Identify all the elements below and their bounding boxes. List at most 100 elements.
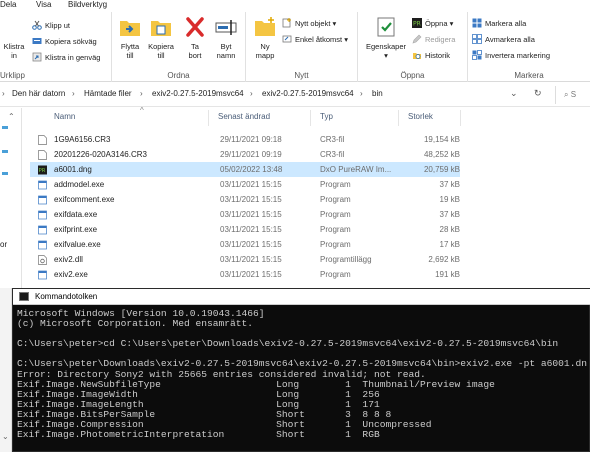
delete-button[interactable]: Ta bort [182, 16, 208, 60]
paste-button[interactable]: Klistra in [2, 42, 26, 60]
breadcrumb-exiv2-inner[interactable]: exiv2-0.27.5-2019msvc64 [262, 89, 354, 98]
file-name: a6001.dng [54, 165, 92, 174]
cut-button[interactable]: Klipp ut [32, 20, 70, 32]
column-header-size[interactable]: Storlek [408, 112, 433, 121]
paste-label-2: in [11, 51, 17, 60]
file-date: 03/11/2021 15:15 [220, 270, 282, 279]
file-name: 1G9A6156.CR3 [54, 135, 111, 144]
copy-path-button[interactable]: Kopiera sökväg [32, 36, 97, 48]
invert-selection-label: Invertera markering [485, 51, 551, 60]
open-group: Egenskaper ▾ PR Öppna ▾ Redigera Historik… [358, 12, 468, 82]
file-list: Namn ^ Senast ändrad Typ Storlek 1G9A615… [22, 106, 590, 288]
breadcrumb-chevron-icon[interactable]: › [250, 89, 253, 98]
file-row[interactable]: exifcomment.exe 03/11/2021 15:15 Program 19… [30, 192, 460, 207]
dll-icon [38, 255, 47, 265]
console-line: Exif.Image.PhotometricInterpretation Sho… [17, 429, 380, 441]
column-divider[interactable] [398, 110, 399, 126]
cut-label: Klipp ut [45, 21, 71, 30]
file-size: 17 kB [439, 240, 460, 249]
file-date: 03/11/2021 15:15 [220, 210, 282, 219]
search-box[interactable]: ⌕ S [555, 86, 590, 104]
console-title: Kommandotolken [35, 292, 98, 301]
properties-button[interactable]: Egenskaper ▾ [364, 16, 408, 60]
file-name: exiv2.exe [54, 270, 88, 279]
file-row[interactable]: addmodel.exe 03/11/2021 15:15 Program 37 kB [30, 177, 460, 192]
console-title-bar[interactable]: Kommandotolken [13, 289, 590, 305]
column-header-type[interactable]: Typ [320, 112, 333, 121]
breadcrumb-chevron-icon[interactable]: › [360, 89, 363, 98]
command-prompt-window[interactable]: Kommandotolken Microsoft Windows [Versio… [12, 288, 590, 452]
file-date: 29/11/2021 09:19 [220, 150, 282, 159]
select-all-label: Markera alla [485, 19, 527, 28]
nav-scrollbar[interactable]: ⌃ [8, 108, 17, 288]
column-header-name[interactable]: Namn [54, 112, 75, 121]
file-row[interactable]: PR a6001.dng 05/02/2022 13:48 DxO PureRAW I… [30, 162, 460, 177]
breadcrumb-chevron-icon[interactable]: › [140, 89, 143, 98]
select-none-button[interactable]: Avmarkera alla [472, 34, 535, 46]
paste-shortcut-label: Klistra in genväg [45, 53, 101, 62]
easy-access-button[interactable]: Enkel åtkomst ▾ [282, 34, 348, 46]
properties-dropdown-arrow[interactable]: ▾ [364, 51, 408, 60]
rename-label: Byt namn [216, 42, 236, 60]
invert-selection-button[interactable]: Invertera markering [472, 50, 550, 62]
paste-shortcut-button[interactable]: Klistra in genväg [32, 52, 100, 64]
breadcrumb-bin[interactable]: bin [372, 89, 383, 98]
column-divider[interactable] [310, 110, 311, 126]
breadcrumb-downloads[interactable]: Hämtade filer [84, 89, 132, 98]
file-name: 20201226-020A3146.CR3 [54, 150, 147, 159]
file-row[interactable]: 1G9A6156.CR3 29/11/2021 09:18 CR3-fil 19,15… [30, 132, 460, 147]
file-date: 03/11/2021 15:15 [220, 225, 282, 234]
file-row[interactable]: exiv2.exe 03/11/2021 15:15 Program 191 kB [30, 267, 460, 282]
tab-share[interactable]: Dela [0, 0, 16, 9]
easy-access-label: Enkel åtkomst [295, 35, 343, 44]
file-type: Programtillägg [320, 255, 372, 264]
file-date: 29/11/2021 09:18 [220, 135, 282, 144]
move-to-button[interactable]: Flytta till [116, 16, 144, 60]
copy-to-button[interactable]: Kopiera till [146, 16, 176, 60]
column-divider[interactable] [460, 110, 461, 126]
explorer-edge: ⌄ [0, 288, 12, 452]
ribbon: Klistra in Klipp ut Kopiera sökväg Klist… [0, 12, 590, 82]
file-name: exifcomment.exe [54, 195, 115, 204]
file-size: 48,252 kB [423, 150, 460, 159]
breadcrumb-exiv2-outer[interactable]: exiv2-0.27.5-2019msvc64 [152, 89, 244, 98]
sort-arrow-icon: ^ [140, 106, 144, 115]
file-size: 19,154 kB [423, 135, 460, 144]
column-header-date[interactable]: Senast ändrad [218, 112, 270, 121]
svg-text:PR: PR [39, 168, 46, 174]
properties-icon [377, 17, 395, 37]
select-all-button[interactable]: Markera alla [472, 18, 526, 30]
search-placeholder: S [570, 90, 577, 99]
console-output[interactable]: Microsoft Windows [Version 10.0.19043.14… [17, 309, 587, 452]
new-item-button[interactable]: Nytt objekt ▾ [282, 18, 336, 30]
file-row[interactable]: exifprint.exe 03/11/2021 15:15 Program 28 k… [30, 222, 460, 237]
nav-item-partial[interactable]: or [0, 240, 7, 249]
address-bar[interactable]: › Den här datorn › Hämtade filer › exiv2… [0, 83, 590, 107]
rename-button[interactable]: Byt namn [212, 16, 240, 60]
breadcrumb-this-pc[interactable]: Den här datorn [12, 89, 65, 98]
refresh-icon[interactable]: ↻ [534, 88, 542, 99]
tab-picture-tools[interactable]: Bildverktyg [68, 0, 107, 9]
open-button[interactable]: PR Öppna ▾ [412, 18, 453, 30]
tab-view[interactable]: Visa [36, 0, 51, 9]
delete-label: Ta bort [188, 42, 202, 60]
file-row[interactable]: exifvalue.exe 03/11/2021 15:15 Program 17 k… [30, 237, 460, 252]
copy-to-icon [151, 21, 171, 36]
breadcrumb-chevron-icon[interactable]: › [72, 89, 75, 98]
history-button[interactable]: Historik [412, 50, 450, 62]
edit-button[interactable]: Redigera [412, 34, 455, 46]
cmd-icon [19, 292, 29, 301]
file-row[interactable]: exifdata.exe 03/11/2021 15:15 Program 37 kB [30, 207, 460, 222]
address-dropdown-icon[interactable]: ⌄ [510, 88, 518, 99]
file-name: exifprint.exe [54, 225, 98, 234]
file-row[interactable]: 20201226-020A3146.CR3 29/11/2021 09:19 CR3… [30, 147, 460, 162]
file-date: 03/11/2021 15:15 [220, 255, 282, 264]
scroll-down-icon[interactable]: ⌄ [2, 432, 9, 441]
scroll-up-icon[interactable]: ⌃ [8, 112, 15, 121]
select-none-icon [472, 34, 482, 44]
file-row[interactable]: exiv2.dll 03/11/2021 15:15 Programtillägg 2… [30, 252, 460, 267]
exe-icon [38, 180, 47, 190]
new-folder-button[interactable]: Ny mapp [252, 16, 278, 60]
rename-icon [215, 20, 237, 35]
column-divider[interactable] [208, 110, 209, 126]
